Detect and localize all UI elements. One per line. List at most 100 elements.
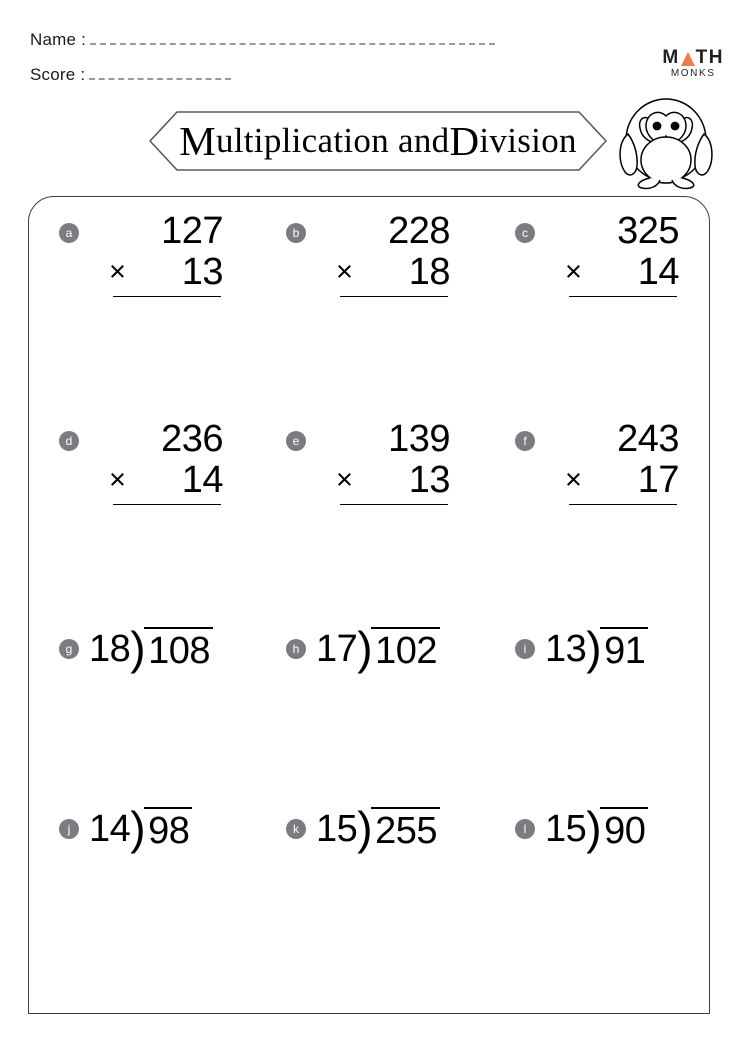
problem-row-4: j 14 ) 98 k 15 ) 255 l 15 ) 90 bbox=[29, 801, 711, 901]
multiplicand: 228 bbox=[388, 210, 450, 252]
score-input-line[interactable] bbox=[89, 66, 232, 80]
multiply-operator: × bbox=[565, 464, 582, 497]
problem-row-2: d 236 × 14 e 139 × 13 f 243 × 17 bbox=[29, 418, 714, 519]
problem-letter-badge: b bbox=[286, 223, 306, 243]
problem-d: d 236 × 14 bbox=[31, 418, 258, 519]
multiplier-line: × 14 bbox=[549, 252, 697, 293]
dividend: 90 bbox=[600, 807, 649, 853]
problem-letter-badge: d bbox=[59, 431, 79, 451]
worksheet-title-banner: Multiplication and Division bbox=[146, 110, 610, 172]
problem-letter-badge: k bbox=[286, 819, 306, 839]
division-bracket-icon: ) bbox=[130, 622, 146, 674]
score-label: Score : bbox=[30, 65, 86, 84]
name-input-line[interactable] bbox=[90, 31, 495, 45]
multiplier-line: × 18 bbox=[320, 252, 468, 293]
long-division-expression: 13 ) 91 bbox=[545, 625, 649, 673]
problem-letter-badge: i bbox=[515, 639, 535, 659]
multiplication-stack: 325 × 14 bbox=[549, 210, 697, 298]
problem-c: c 325 × 14 bbox=[487, 210, 714, 311]
multiplier: 18 bbox=[408, 251, 451, 294]
answer-rule bbox=[113, 504, 221, 506]
multiplicand: 236 bbox=[161, 418, 223, 460]
multiply-operator: × bbox=[109, 256, 126, 289]
multiplier: 14 bbox=[181, 459, 224, 502]
multiplier-line: × 13 bbox=[93, 252, 241, 293]
multiply-operator: × bbox=[109, 464, 126, 497]
mathmonks-logo: M TH MONKS bbox=[662, 48, 724, 79]
answer-rule bbox=[113, 296, 221, 298]
answer-rule bbox=[340, 504, 448, 506]
title-cap-m: M bbox=[179, 118, 216, 164]
multiplicand: 139 bbox=[388, 418, 450, 460]
dividend: 108 bbox=[144, 627, 214, 673]
long-division-expression: 17 ) 102 bbox=[316, 622, 441, 674]
title-part-one: ultiplication and bbox=[215, 121, 450, 160]
dividend: 255 bbox=[371, 807, 441, 853]
division-bracket-icon: ) bbox=[357, 622, 373, 674]
multiplication-stack: 139 × 13 bbox=[320, 418, 468, 506]
problem-g: g 18 ) 108 bbox=[31, 621, 258, 721]
multiply-operator: × bbox=[565, 256, 582, 289]
multiplier: 13 bbox=[408, 459, 451, 502]
problem-j: j 14 ) 98 bbox=[31, 801, 258, 901]
problem-letter-badge: h bbox=[286, 639, 306, 659]
problem-l: l 15 ) 90 bbox=[487, 801, 714, 901]
multiplication-stack: 127 × 13 bbox=[93, 210, 241, 298]
logo-text-right: TH bbox=[695, 47, 724, 68]
problem-row-1: a 127 × 13 b 228 × 18 c 325 × 14 bbox=[29, 210, 714, 311]
problems-container: a 127 × 13 b 228 × 18 c 325 × 14 d 236 ×… bbox=[28, 196, 710, 1014]
multiplicand: 325 bbox=[617, 210, 679, 252]
multiplication-stack: 236 × 14 bbox=[93, 418, 241, 506]
long-division-expression: 14 ) 98 bbox=[89, 802, 193, 854]
divisor: 17 bbox=[316, 628, 358, 670]
divisor: 15 bbox=[316, 808, 358, 850]
triangle-icon bbox=[680, 51, 695, 66]
dividend: 98 bbox=[144, 807, 193, 853]
division-bracket-icon: ) bbox=[357, 802, 373, 854]
title-part-two: ivision bbox=[479, 121, 577, 160]
penguin-icon bbox=[612, 96, 720, 195]
dividend: 91 bbox=[600, 627, 649, 673]
multiplication-stack: 243 × 17 bbox=[549, 418, 697, 506]
multiplier-line: × 13 bbox=[320, 460, 468, 501]
divisor: 18 bbox=[89, 628, 131, 670]
logo-text-left: M bbox=[662, 47, 680, 68]
problem-b: b 228 × 18 bbox=[258, 210, 485, 311]
page-title: Multiplication and Division bbox=[146, 110, 610, 172]
answer-rule bbox=[340, 296, 448, 298]
title-cap-d: D bbox=[449, 118, 480, 164]
multiplicand: 243 bbox=[617, 418, 679, 460]
problem-letter-badge: l bbox=[515, 819, 535, 839]
problem-f: f 243 × 17 bbox=[487, 418, 714, 519]
division-bracket-icon: ) bbox=[130, 802, 146, 854]
multiplier: 17 bbox=[637, 459, 680, 502]
long-division-expression: 15 ) 255 bbox=[316, 802, 441, 854]
multiplicand: 127 bbox=[161, 210, 223, 252]
multiplier-line: × 14 bbox=[93, 460, 241, 501]
answer-rule bbox=[569, 504, 677, 506]
multiplier-line: × 17 bbox=[549, 460, 697, 501]
multiply-operator: × bbox=[336, 256, 353, 289]
multiply-operator: × bbox=[336, 464, 353, 497]
multiplier: 13 bbox=[181, 251, 224, 294]
problem-h: h 17 ) 102 bbox=[258, 621, 485, 721]
worksheet-header: Name : Score : M TH MONKS M ultiplicatio… bbox=[0, 0, 742, 190]
name-label: Name : bbox=[30, 30, 86, 49]
problem-letter-badge: c bbox=[515, 223, 535, 243]
answer-rule bbox=[569, 296, 677, 298]
problem-row-3: g 18 ) 108 h 17 ) 102 i 13 ) 91 bbox=[29, 621, 711, 721]
name-field-row: Name : bbox=[30, 30, 495, 50]
problem-letter-badge: f bbox=[515, 431, 535, 451]
divisor: 14 bbox=[89, 808, 131, 850]
problem-letter-badge: g bbox=[59, 639, 79, 659]
divisor: 15 bbox=[545, 808, 587, 850]
problem-i: i 13 ) 91 bbox=[487, 621, 714, 721]
logo-wordmark: M TH bbox=[662, 48, 724, 67]
problem-a: a 127 × 13 bbox=[31, 210, 258, 311]
division-bracket-icon: ) bbox=[586, 802, 602, 854]
divisor: 13 bbox=[545, 628, 587, 670]
problem-letter-badge: j bbox=[59, 819, 79, 839]
multiplier: 14 bbox=[637, 251, 680, 294]
score-field-row: Score : bbox=[30, 65, 232, 85]
problem-k: k 15 ) 255 bbox=[258, 801, 485, 901]
